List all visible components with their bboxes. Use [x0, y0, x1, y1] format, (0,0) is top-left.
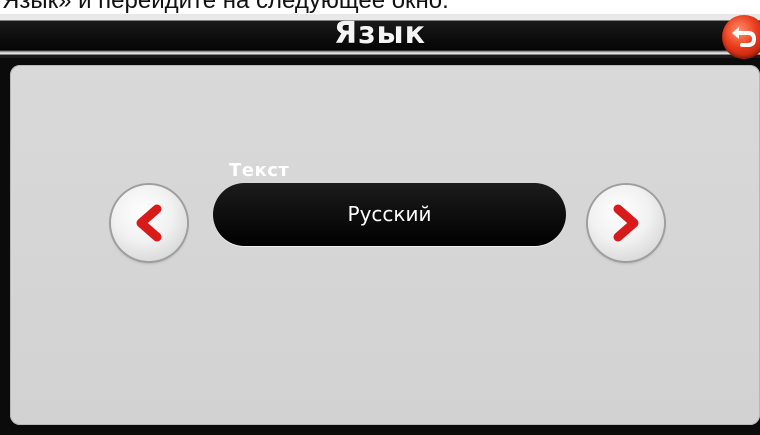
back-button[interactable]	[722, 15, 760, 59]
language-value-text: Русский	[347, 202, 432, 226]
language-value: Русский	[213, 183, 566, 246]
field-label: Текст	[229, 160, 290, 181]
chevron-right-icon	[613, 204, 639, 242]
window-title: Язык	[333, 16, 427, 51]
previous-button[interactable]	[111, 185, 187, 261]
next-button[interactable]	[588, 185, 664, 261]
chevron-left-icon	[136, 204, 162, 242]
back-arrow-icon	[732, 27, 757, 47]
